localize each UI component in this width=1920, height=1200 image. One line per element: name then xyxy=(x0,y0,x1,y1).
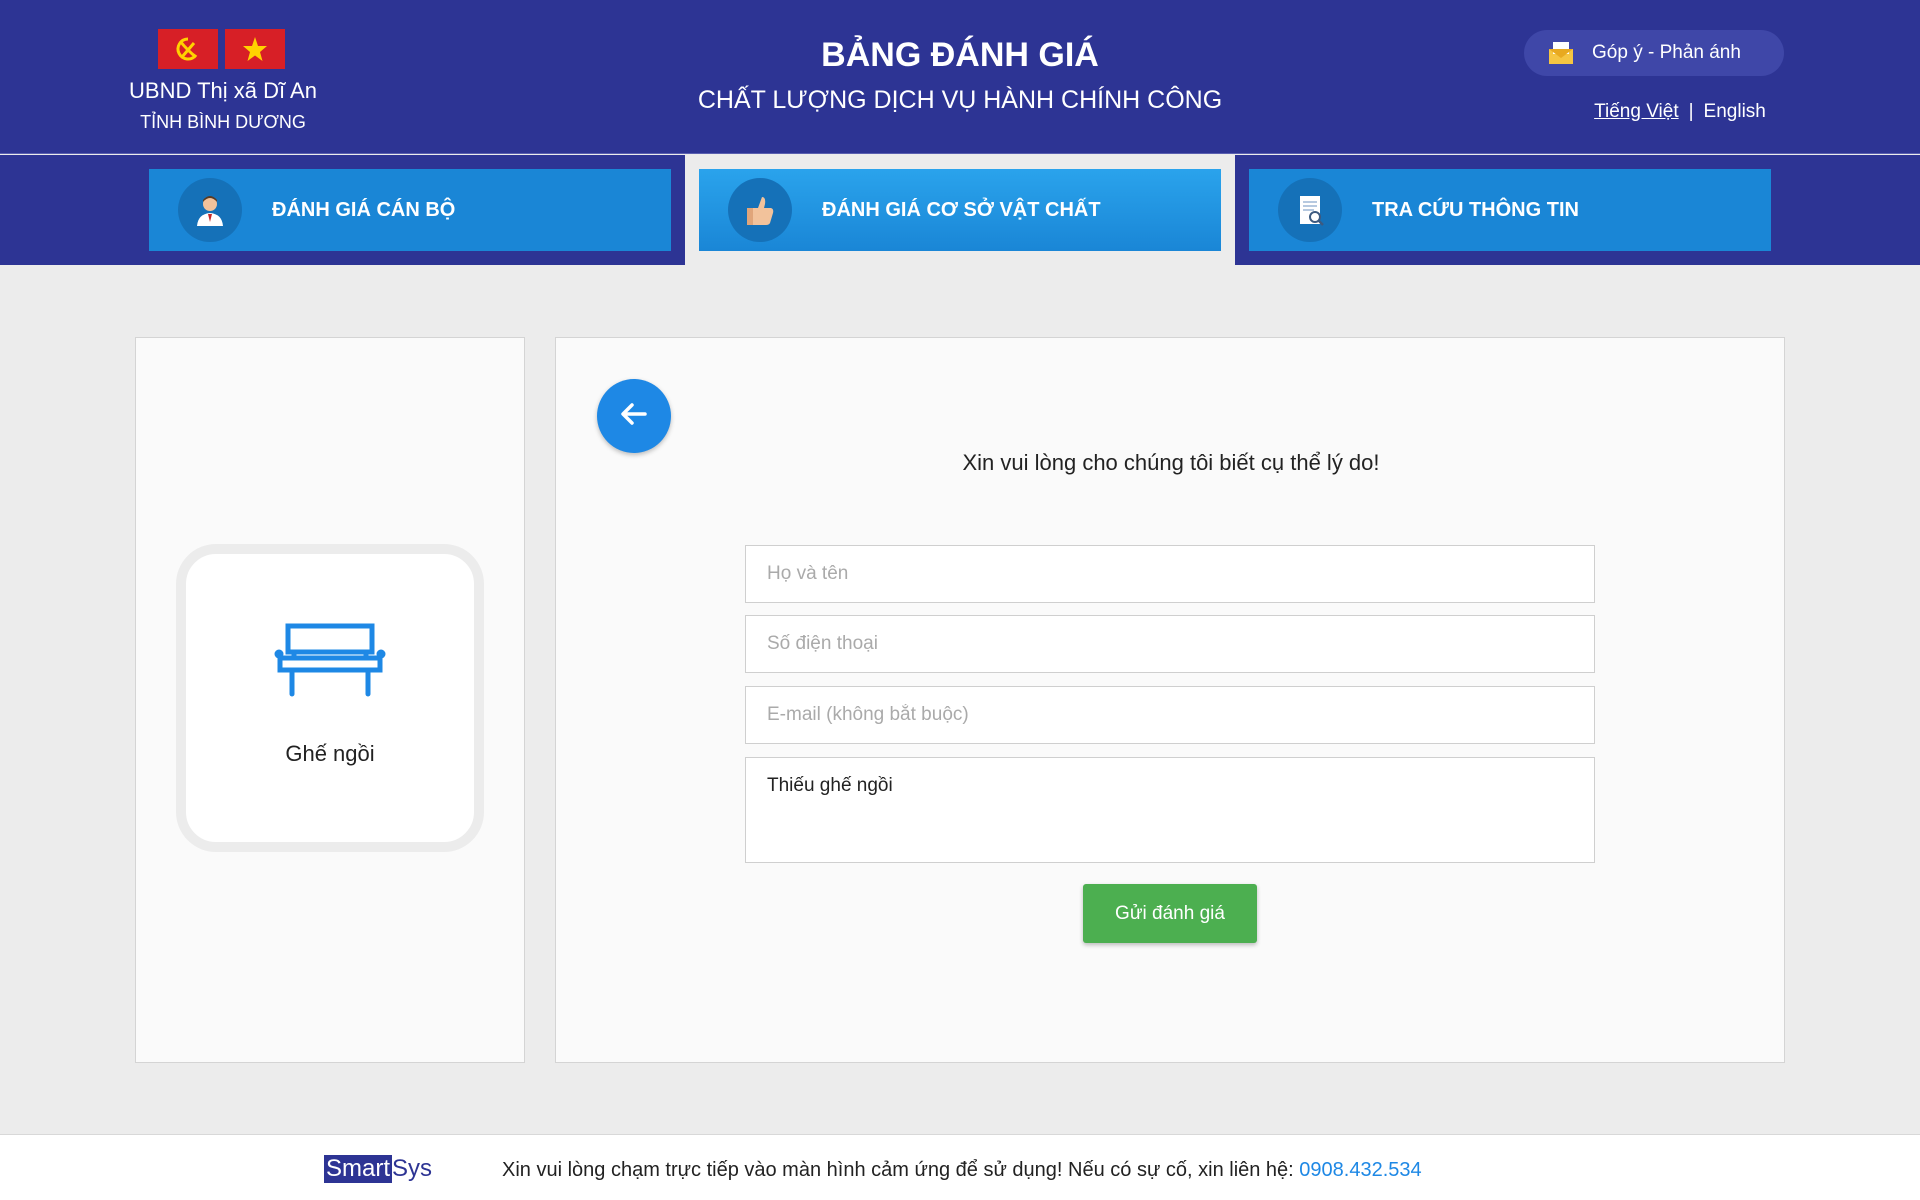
item-label: Ghế ngồi xyxy=(285,741,375,766)
party-flag-icon xyxy=(158,29,218,69)
tab-label: TRA CỨU THÔNG TIN xyxy=(1372,198,1579,221)
arrow-left-icon xyxy=(618,398,650,435)
tab-danh-gia-co-so-vat-chat[interactable]: ĐÁNH GIÁ CƠ SỞ VẬT CHẤT xyxy=(699,169,1221,251)
page-title: BẢNG ĐÁNH GIÁ xyxy=(821,36,1099,74)
form-prompt: Xin vui lòng cho chúng tôi biết cụ thể l… xyxy=(962,450,1380,475)
lang-english-link[interactable]: English xyxy=(1704,101,1766,123)
page-subtitle: CHẤT LƯỢNG DỊCH VỤ HÀNH CHÍNH CÔNG xyxy=(697,86,1223,114)
footer: Smart Sys Xin vui lòng chạm trực tiếp và… xyxy=(0,1134,1920,1200)
tab-danh-gia-can-bo[interactable]: ĐÁNH GIÁ CÁN BỘ xyxy=(149,169,671,251)
feedback-button[interactable]: Góp ý - Phản ánh xyxy=(1524,30,1784,76)
tab-label: ĐÁNH GIÁ CÁN BỘ xyxy=(272,198,456,221)
lang-vietnamese-link[interactable]: Tiếng Việt xyxy=(1594,101,1679,123)
footer-message-text: Xin vui lòng chạm trực tiếp vào màn hình… xyxy=(502,1159,1300,1181)
language-switcher: Tiếng Việt | English xyxy=(1560,101,1800,123)
footer-message: Xin vui lòng chạm trực tiếp vào màn hình… xyxy=(502,1159,1422,1182)
feedback-label: Góp ý - Phản ánh xyxy=(1592,42,1741,63)
smartsys-logo: Smart Sys xyxy=(324,1155,432,1183)
lang-separator: | xyxy=(1688,101,1694,122)
tab-label: ĐÁNH GIÁ CƠ SỞ VẬT CHẤT xyxy=(822,198,1101,221)
brand-sys: Sys xyxy=(392,1155,433,1182)
feedback-form-panel: Xin vui lòng cho chúng tôi biết cụ thể l… xyxy=(555,337,1785,1063)
header: UBND Thị xã Dĩ An TỈNH BÌNH DƯƠNG BẢNG Đ… xyxy=(0,0,1920,154)
reason-textarea[interactable]: Thiếu ghế ngồi xyxy=(745,757,1595,863)
support-phone: 0908.432.534 xyxy=(1299,1159,1422,1181)
flags xyxy=(158,29,285,69)
vietnam-flag-icon xyxy=(225,29,285,69)
bench-icon xyxy=(274,622,386,703)
back-button[interactable] xyxy=(597,379,671,453)
name-input[interactable] xyxy=(745,545,1595,603)
org-province: TỈNH BÌNH DƯƠNG xyxy=(140,112,306,132)
submit-button[interactable]: Gửi đánh giá xyxy=(1083,884,1257,943)
document-search-icon xyxy=(1278,178,1342,242)
tab-tra-cuu-thong-tin[interactable]: TRA CỨU THÔNG TIN xyxy=(1249,169,1771,251)
officer-icon xyxy=(178,178,242,242)
thumbs-up-icon xyxy=(728,178,792,242)
brand-smart: Smart xyxy=(324,1155,393,1183)
phone-input[interactable] xyxy=(745,615,1595,673)
org-name: UBND Thị xã Dĩ An xyxy=(129,78,317,103)
email-input[interactable] xyxy=(745,686,1595,744)
envelope-icon xyxy=(1548,41,1574,65)
selected-item-card: Ghế ngồi xyxy=(176,544,484,852)
selected-item-panel: Ghế ngồi xyxy=(135,337,525,1063)
